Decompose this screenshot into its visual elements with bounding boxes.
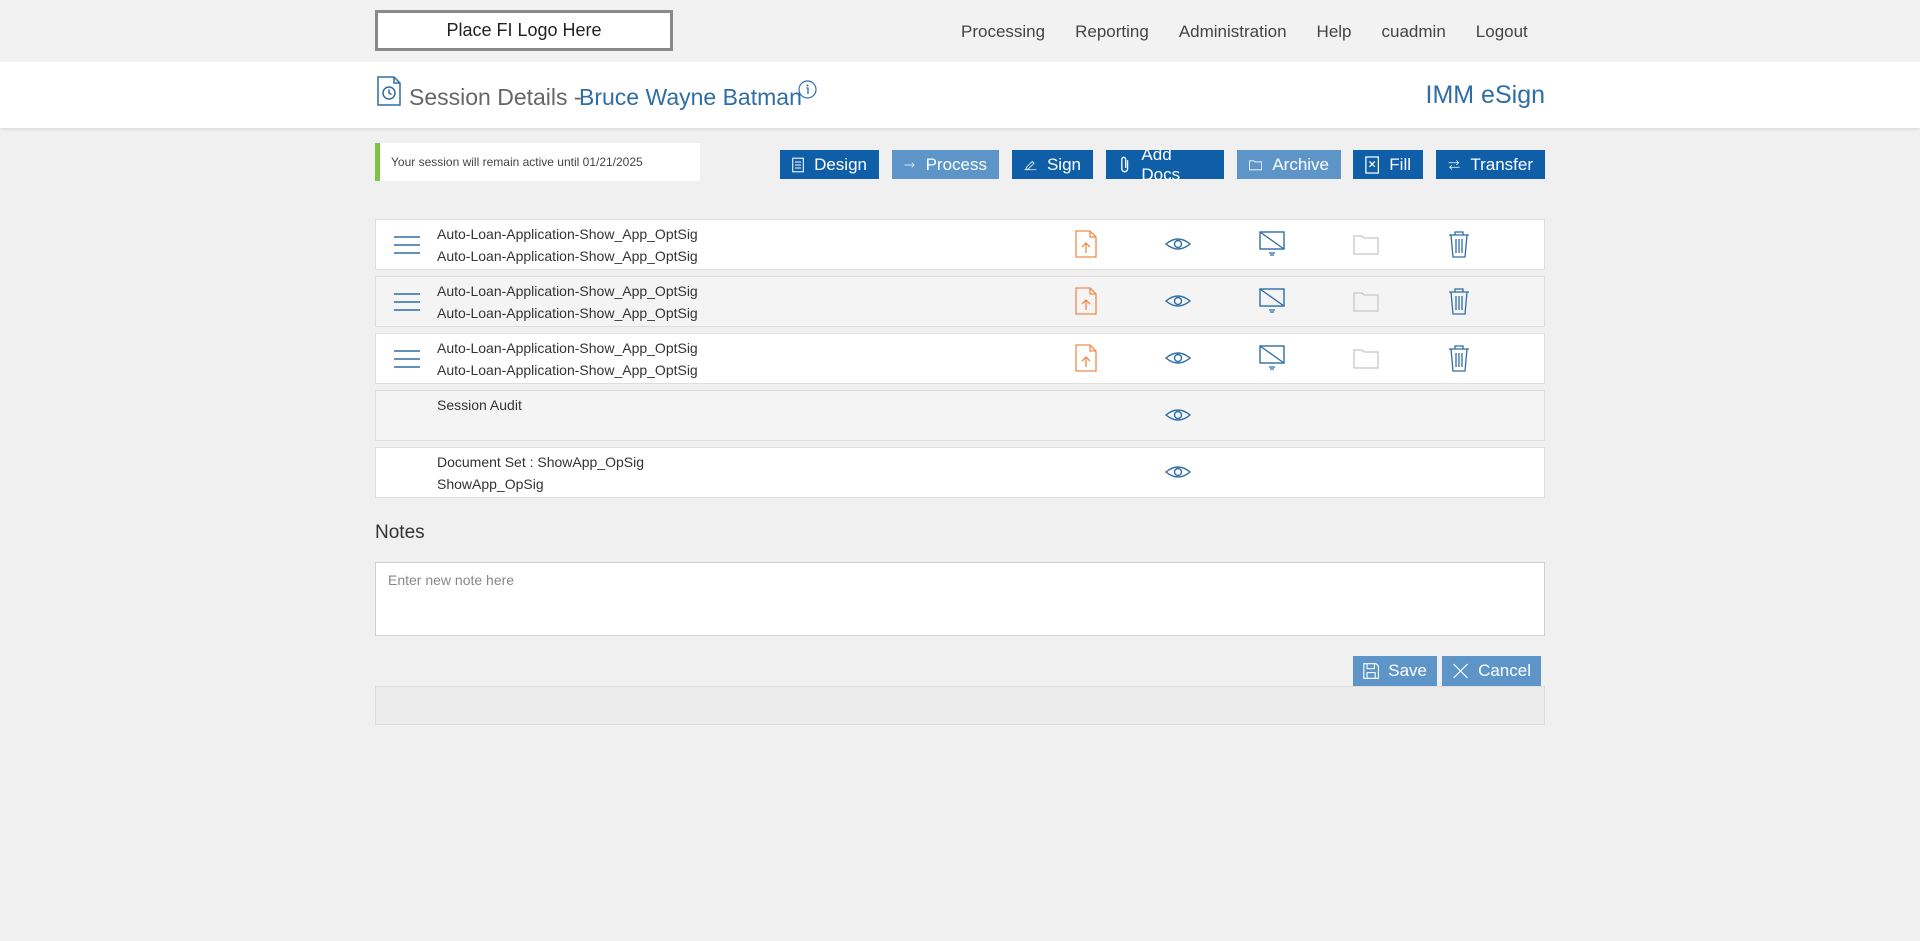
pen-icon — [1024, 160, 1037, 170]
eye-icon[interactable] — [1164, 287, 1192, 315]
folder-icon — [1249, 159, 1263, 170]
save-button[interactable]: Save — [1353, 656, 1437, 686]
trash-icon[interactable] — [1446, 230, 1472, 258]
document-title: Auto-Loan-Application-Show_App_OptSig — [437, 226, 698, 242]
nav-processing[interactable]: Processing — [961, 22, 1045, 42]
document-title: Auto-Loan-Application-Show_App_OptSig — [437, 340, 698, 356]
close-icon — [1453, 663, 1468, 679]
page-title: Session Details - — [409, 84, 582, 110]
design-icon — [792, 157, 804, 172]
add-docs-button[interactable]: Add Docs — [1106, 145, 1224, 184]
customer-name-link[interactable]: Bruce Wayne Batman — [579, 84, 802, 111]
document-subtitle: Auto-Loan-Application-Show_App_OptSig — [437, 362, 698, 378]
top-nav: Processing Reporting Administration Help… — [961, 22, 1528, 42]
design-label: Design — [814, 154, 867, 174]
trash-icon[interactable] — [1446, 287, 1472, 315]
add-docs-label: Add Docs — [1141, 144, 1181, 184]
nav-logout[interactable]: Logout — [1476, 22, 1528, 42]
page-header: Session Details - Bruce Wayne Batman IMM… — [0, 62, 1920, 128]
sign-label: Sign — [1046, 154, 1081, 174]
logo-placeholder: Place FI Logo Here — [375, 10, 673, 51]
upload-document-icon[interactable] — [1074, 344, 1100, 372]
document-set-row: Document Set : ShowApp_OpSig ShowApp_OpS… — [375, 447, 1545, 498]
session-audit-label: Session Audit — [437, 397, 522, 413]
monitor-off-icon[interactable] — [1258, 344, 1285, 372]
notes-list-panel — [375, 686, 1545, 725]
monitor-off-icon[interactable] — [1258, 287, 1285, 315]
process-label: Process — [925, 154, 987, 174]
folder-icon[interactable] — [1352, 344, 1379, 372]
nav-user[interactable]: cuadmin — [1382, 22, 1446, 42]
cancel-label: Cancel — [1478, 661, 1531, 680]
document-row: Auto-Loan-Application-Show_App_OptSig Au… — [375, 219, 1545, 270]
document-subtitle: Auto-Loan-Application-Show_App_OptSig — [437, 248, 698, 264]
document-set-subtitle: ShowApp_OpSig — [437, 476, 544, 492]
drag-menu-icon[interactable] — [393, 349, 421, 374]
upload-document-icon[interactable] — [1074, 230, 1100, 258]
nav-administration[interactable]: Administration — [1179, 22, 1287, 42]
fill-button[interactable]: Fill — [1353, 150, 1423, 179]
cancel-button[interactable]: Cancel — [1442, 656, 1541, 686]
document-set-title: Document Set : ShowApp_OpSig — [437, 454, 645, 470]
eye-icon[interactable] — [1164, 344, 1192, 372]
trash-icon[interactable] — [1446, 344, 1472, 372]
drag-menu-icon[interactable] — [393, 235, 421, 260]
fill-label: Fill — [1389, 154, 1411, 174]
folder-icon[interactable] — [1352, 287, 1379, 315]
arrow-right-icon — [904, 161, 915, 168]
fill-form-icon — [1365, 155, 1380, 174]
archive-label: Archive — [1272, 154, 1329, 174]
save-icon — [1363, 663, 1380, 679]
folder-icon[interactable] — [1352, 230, 1379, 258]
nav-reporting[interactable]: Reporting — [1075, 22, 1149, 42]
document-row: Auto-Loan-Application-Show_App_OptSig Au… — [375, 333, 1545, 384]
brand-title: IMM eSign — [1425, 81, 1545, 109]
transfer-button[interactable]: Transfer — [1436, 150, 1545, 179]
eye-icon[interactable] — [1164, 230, 1192, 258]
design-button[interactable]: Design — [780, 150, 879, 179]
session-history-icon — [376, 76, 402, 111]
document-subtitle: Auto-Loan-Application-Show_App_OptSig — [437, 305, 698, 321]
info-icon[interactable] — [798, 80, 817, 104]
sign-button[interactable]: Sign — [1012, 150, 1093, 179]
eye-icon[interactable] — [1164, 458, 1192, 486]
drag-menu-icon[interactable] — [393, 292, 421, 317]
session-notice: Your session will remain active until 01… — [375, 143, 700, 181]
upload-document-icon[interactable] — [1074, 287, 1100, 315]
eye-icon[interactable] — [1164, 401, 1192, 429]
document-row: Auto-Loan-Application-Show_App_OptSig Au… — [375, 276, 1545, 327]
monitor-off-icon[interactable] — [1258, 230, 1285, 258]
process-button[interactable]: Process — [892, 150, 999, 179]
archive-button[interactable]: Archive — [1237, 150, 1341, 179]
document-title: Auto-Loan-Application-Show_App_OptSig — [437, 283, 698, 299]
transfer-label: Transfer — [1470, 154, 1533, 174]
save-label: Save — [1388, 661, 1427, 680]
nav-help[interactable]: Help — [1317, 22, 1352, 42]
transfer-arrows-icon — [1448, 159, 1460, 170]
notes-input[interactable] — [375, 562, 1545, 636]
notes-heading: Notes — [375, 522, 425, 543]
paperclip-icon — [1121, 156, 1129, 172]
top-bar: Place FI Logo Here Processing Reporting … — [0, 0, 1920, 62]
session-audit-row: Session Audit — [375, 390, 1545, 441]
